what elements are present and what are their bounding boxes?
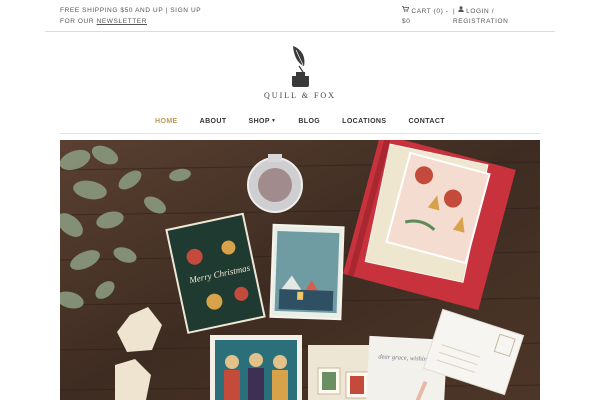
three-kings-card	[210, 335, 302, 400]
hero-image[interactable]: Merry Christmas dear grace, wishing	[60, 140, 540, 400]
cart-link[interactable]: CART (0) - $0	[402, 6, 452, 28]
hero-photo: Merry Christmas dear grace, wishing	[60, 140, 540, 400]
nav-item-home[interactable]: HOME	[155, 112, 178, 132]
caret-down-icon: ▼	[270, 118, 277, 124]
nav-item-shop[interactable]: SHOP▼	[249, 111, 277, 132]
user-icon	[458, 6, 464, 17]
nav-item-contact[interactable]: CONTACT	[408, 112, 445, 132]
brand-logo[interactable]: QUILL & FOX	[0, 44, 600, 100]
top-bar: FREE SHIPPING $50 AND UP | SIGN UP FOR O…	[45, 0, 555, 32]
nav-item-locations[interactable]: LOCATIONS	[342, 112, 386, 132]
cart-icon	[402, 6, 410, 17]
village-card	[269, 223, 345, 321]
top-separator: |	[453, 7, 456, 15]
brand-name: QUILL & FOX	[264, 91, 336, 100]
nav-item-about[interactable]: ABOUT	[200, 112, 227, 132]
nav-item-blog[interactable]: BLOG	[298, 112, 320, 132]
inkwell-quill-icon	[292, 46, 309, 87]
nav-item-shop-label: SHOP	[248, 117, 270, 125]
cart-text: CART (0) - $0	[402, 7, 449, 26]
promo-banner: FREE SHIPPING $50 AND UP | SIGN UP FOR O…	[60, 6, 210, 27]
main-nav: HOME ABOUT SHOP▼ BLOG LOCATIONS CONTACT	[60, 111, 540, 134]
newsletter-link[interactable]: NEWSLETTER	[97, 18, 147, 25]
login-link[interactable]: | LOGIN / REGISTRATION	[453, 6, 513, 28]
